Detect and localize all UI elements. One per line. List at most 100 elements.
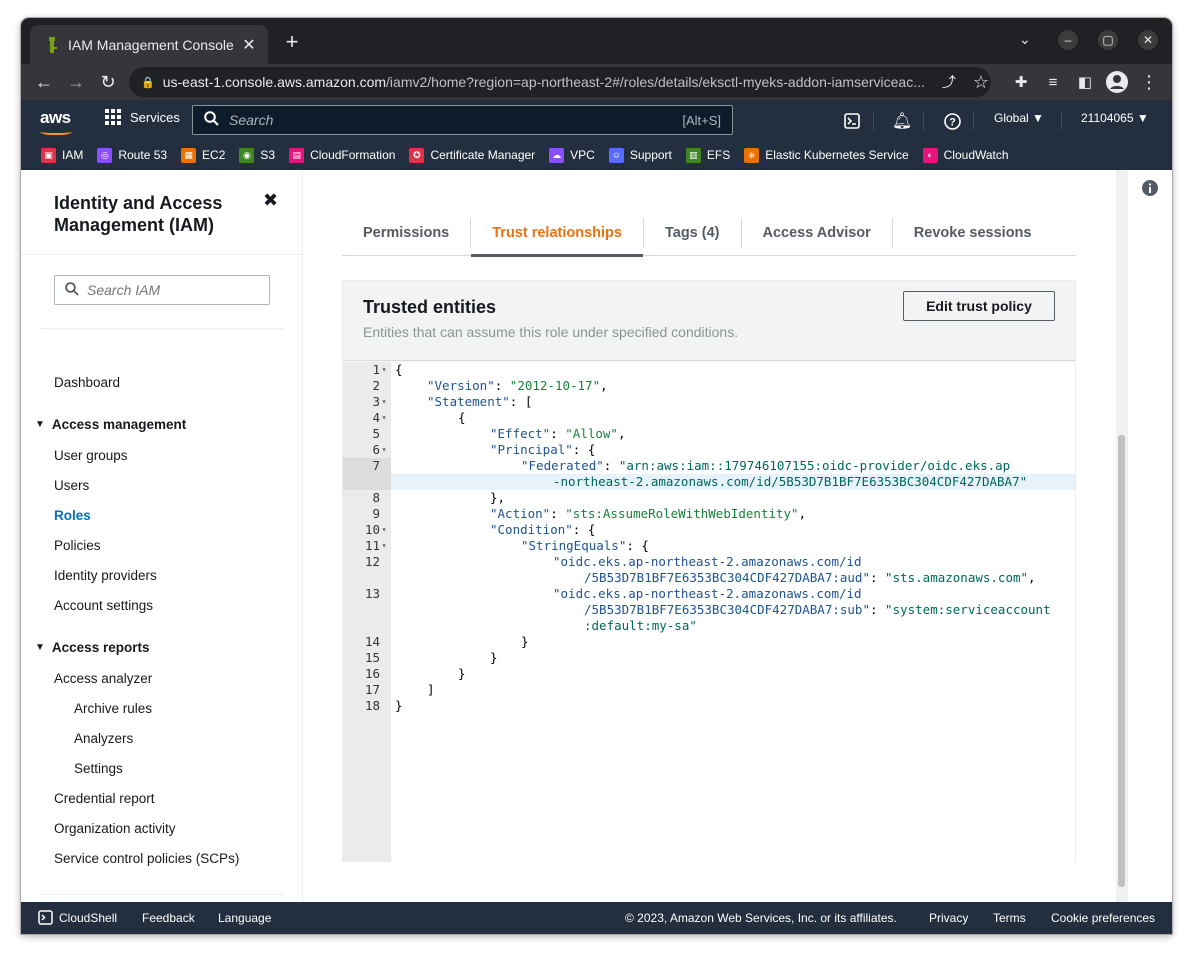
close-icon[interactable]: ✕ — [240, 36, 258, 54]
favorite-efs[interactable]: ▥ EFS — [685, 147, 730, 163]
account-menu[interactable]: 21104065 ▼ — [1081, 111, 1149, 125]
bell-icon[interactable]: 🔔︎ — [891, 110, 913, 132]
line-number: 15 — [364, 650, 380, 665]
favorite-eks[interactable]: ⎈ Elastic Kubernetes Service — [744, 147, 909, 163]
close-sidebar-icon[interactable]: ✖ — [263, 190, 278, 211]
fold-icon[interactable]: ▾ — [380, 394, 388, 410]
browser-window: IAM Management Console ✕ + ⌄ – ▢ ✕ ← → ↻… — [21, 18, 1172, 934]
cloudshell-icon[interactable] — [841, 110, 863, 132]
favorite-cloudformation[interactable]: ▤ CloudFormation — [289, 147, 395, 163]
footer-privacy[interactable]: Privacy — [929, 911, 968, 925]
tab-access-advisor[interactable]: Access Advisor — [742, 210, 892, 256]
address-bar[interactable]: 🔒 us-east-1.console.aws.amazon.com/iamv2… — [129, 67, 991, 97]
sidebar-title: Identity and Access Management (IAM) — [54, 193, 223, 235]
tab-tags[interactable]: Tags (4) — [644, 210, 741, 256]
footer-terms[interactable]: Terms — [993, 911, 1026, 925]
extensions-icon[interactable]: ✚ — [1010, 71, 1032, 93]
certificate-icon: ✪ — [409, 147, 425, 163]
search-iam-field[interactable] — [87, 282, 257, 298]
aws-console-header: aws Services Search [Alt+S] 🔔︎ ? Global … — [21, 100, 1172, 170]
browser-tab[interactable]: IAM Management Console ✕ — [30, 25, 268, 64]
forward-icon[interactable]: → — [65, 71, 87, 93]
tab-permissions[interactable]: Permissions — [342, 210, 470, 256]
tab-trust-relationships[interactable]: Trust relationships — [471, 210, 643, 257]
url-path: /iamv2/home?region=ap-northeast-2#/roles… — [386, 74, 925, 90]
nav-access-reports[interactable]: ▼ Access reports — [35, 640, 149, 655]
back-icon[interactable]: ← — [33, 71, 55, 93]
line-number: 18 — [364, 698, 380, 713]
footer-cloudshell[interactable]: CloudShell — [38, 910, 117, 925]
footer-copyright: © 2023, Amazon Web Services, Inc. or its… — [625, 911, 897, 925]
nav-access-analyzer[interactable]: Access analyzer — [54, 671, 152, 686]
nav-roles[interactable]: Roles — [54, 508, 91, 523]
line-number: 3 — [372, 394, 380, 409]
nav-dashboard[interactable]: Dashboard — [54, 375, 120, 390]
fold-icon[interactable]: ▾ — [380, 522, 388, 538]
window-close-icon[interactable]: ✕ — [1138, 30, 1158, 50]
services-menu[interactable]: Services — [105, 109, 180, 125]
tab-title: IAM Management Console — [68, 36, 234, 53]
reload-icon[interactable]: ↻ — [97, 71, 119, 93]
profile-avatar-icon[interactable] — [1106, 71, 1128, 93]
region-selector[interactable]: Global ▼ — [994, 111, 1044, 125]
share-icon[interactable]: ⤴ — [938, 71, 960, 93]
nav-organization-activity[interactable]: Organization activity — [54, 821, 176, 836]
nav-access-management[interactable]: ▼ Access management — [35, 417, 186, 432]
grid-icon — [105, 109, 121, 125]
plus-icon[interactable]: + — [281, 29, 303, 54]
favorite-s3[interactable]: ◉ S3 — [239, 147, 275, 163]
nav-credential-report[interactable]: Credential report — [54, 791, 155, 806]
search-iam-input[interactable] — [54, 275, 270, 305]
aws-logo[interactable]: aws — [40, 108, 71, 128]
star-icon[interactable]: ☆ — [970, 71, 992, 93]
line-number: 6 — [372, 442, 380, 457]
nav-analyzers[interactable]: Analyzers — [74, 731, 133, 746]
fold-icon[interactable]: ▾ — [380, 362, 388, 378]
support-icon: ☺︎ — [608, 147, 624, 163]
nav-user-groups[interactable]: User groups — [54, 448, 128, 463]
fold-icon[interactable]: ▾ — [380, 410, 388, 426]
nav-users[interactable]: Users — [54, 478, 89, 493]
svg-text:?: ? — [949, 116, 956, 128]
favorite-route53[interactable]: ◎ Route 53 — [97, 147, 167, 163]
kebab-menu-icon[interactable]: ⋮ — [1138, 71, 1160, 93]
line-number: 9 — [372, 506, 380, 521]
footer-cookie-preferences[interactable]: Cookie preferences — [1051, 911, 1155, 925]
scrollbar-thumb[interactable] — [1118, 435, 1125, 887]
favorite-vpc[interactable]: ☁︎ VPC — [549, 147, 595, 163]
reading-list-icon[interactable]: ≡ — [1042, 71, 1064, 93]
nav-scps[interactable]: Service control policies (SCPs) — [54, 851, 239, 866]
panel-title: Trusted entities — [363, 297, 497, 317]
favorite-cloudwatch[interactable]: ◐ CloudWatch — [922, 147, 1009, 163]
footer-feedback[interactable]: Feedback — [142, 911, 195, 925]
code-line: } — [490, 650, 498, 665]
trust-policy-editor[interactable]: { "Version": "2012-10-17", "Statement": … — [391, 362, 1075, 862]
nav-identity-providers[interactable]: Identity providers — [54, 568, 157, 583]
fold-icon[interactable]: ▾ — [380, 538, 388, 554]
browser-toolbar: ← → ↻ 🔒 us-east-1.console.aws.amazon.com… — [21, 64, 1172, 100]
chevron-down-icon[interactable]: ⌄ — [1019, 31, 1031, 48]
side-panel-icon[interactable]: ◧ — [1074, 71, 1096, 93]
nav-archive-rules[interactable]: Archive rules — [74, 701, 152, 716]
nav-settings[interactable]: Settings — [74, 761, 123, 776]
edit-trust-policy-button[interactable]: Edit trust policy — [903, 291, 1055, 321]
favorite-support[interactable]: ☺︎ Support — [608, 147, 672, 163]
main-scrollbar[interactable] — [1116, 170, 1127, 902]
favorite-iam[interactable]: ▣ IAM — [41, 147, 83, 163]
fold-icon[interactable]: ▾ — [380, 442, 388, 458]
info-icon[interactable] — [1142, 180, 1158, 201]
footer-language[interactable]: Language — [218, 911, 271, 925]
aws-search-box[interactable]: Search [Alt+S] — [192, 105, 733, 135]
help-icon[interactable]: ? — [941, 110, 963, 132]
nav-account-settings[interactable]: Account settings — [54, 598, 153, 613]
line-number: 13 — [364, 586, 380, 601]
tab-strip: IAM Management Console ✕ + ⌄ – ▢ ✕ — [21, 18, 1172, 64]
efs-icon: ▥ — [685, 147, 701, 163]
favorite-certificate-manager[interactable]: ✪ Certificate Manager — [409, 147, 535, 163]
tab-revoke-sessions[interactable]: Revoke sessions — [893, 210, 1053, 256]
favorite-ec2[interactable]: ▦ EC2 — [181, 147, 225, 163]
maximize-icon[interactable]: ▢ — [1098, 30, 1118, 50]
nav-policies[interactable]: Policies — [54, 538, 101, 553]
minimize-icon[interactable]: – — [1058, 30, 1078, 50]
iam-icon: ▣ — [41, 147, 56, 163]
